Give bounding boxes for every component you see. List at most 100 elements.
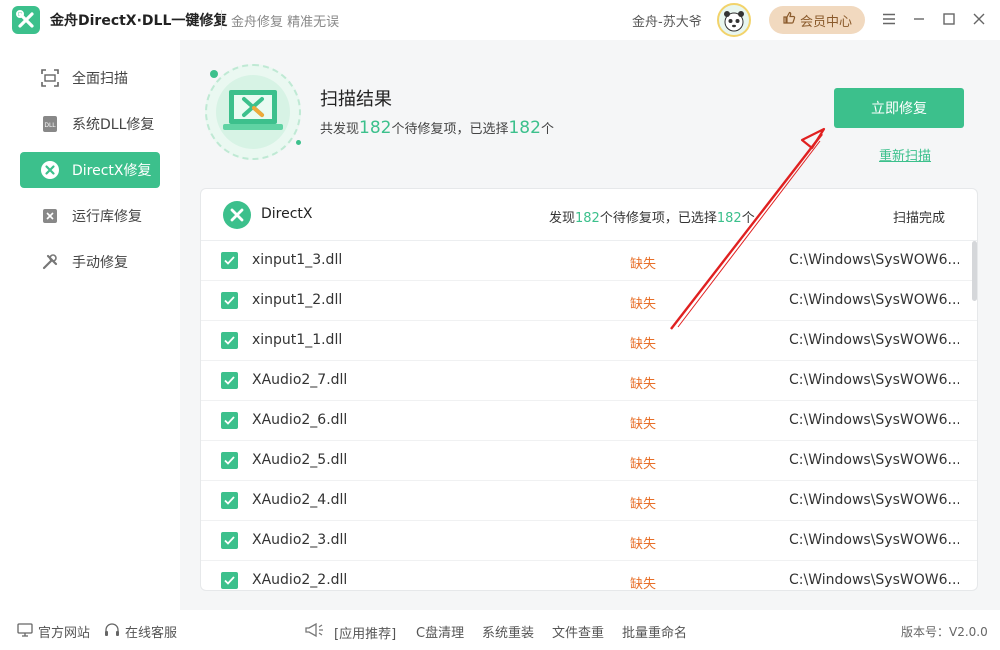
list-item: xinput1_3.dll 缺失 C:\Windows\SysWOW6... [201, 241, 977, 281]
directx-result-panel: DirectX 发现182个待修复项，已选择182个 扫描完成 xinput1_… [200, 188, 978, 591]
row-checkbox[interactable] [221, 292, 238, 309]
title-divider [221, 10, 222, 30]
file-status: 缺失 [630, 257, 657, 272]
row-checkbox[interactable] [221, 332, 238, 349]
footer-link-duplicate[interactable]: 文件查重 [552, 622, 604, 641]
footer: 官方网站 在线客服 [应用推荐] C盘清理 系统重装 文件查重 批量重命名 版本… [0, 610, 1000, 650]
repair-now-button[interactable]: 立即修复 [834, 88, 964, 128]
user-name[interactable]: 金舟-苏大爷 [632, 11, 702, 30]
file-name: xinput1_2.dll [252, 292, 343, 308]
file-name: XAudio2_6.dll [252, 412, 348, 428]
sidebar-item-manual[interactable]: 手动修复 [20, 244, 160, 280]
file-name: XAudio2_5.dll [252, 452, 348, 468]
list-item: XAudio2_2.dll 缺失 C:\Windows\SysWOW6... [201, 561, 977, 590]
tools-icon [40, 252, 60, 272]
runtime-icon [40, 206, 60, 226]
main-content: 扫描结果 共发现182个待修复项，已选择182个 立即修复 重新扫描 Direc… [180, 40, 1000, 610]
footer-link-rename[interactable]: 批量重命名 [622, 622, 687, 641]
footer-link-c-clean[interactable]: C盘清理 [416, 622, 464, 641]
group-name: DirectX [261, 206, 313, 222]
file-status: 缺失 [630, 297, 657, 312]
row-checkbox[interactable] [221, 412, 238, 429]
sidebar-item-label: 全面扫描 [72, 71, 128, 87]
menu-icon[interactable] [878, 8, 900, 30]
dll-icon: DLL [40, 114, 60, 134]
version-label: 版本号：V2.0.0 [901, 625, 988, 639]
group-found-count: 182 [575, 211, 600, 226]
app-recommend[interactable]: [应用推荐] [304, 622, 396, 642]
minimize-icon[interactable] [908, 8, 930, 30]
directx-icon [40, 160, 60, 180]
summary-suffix: 个 [540, 122, 554, 137]
file-name: XAudio2_7.dll [252, 372, 348, 388]
file-status: 缺失 [630, 457, 657, 472]
file-path: C:\Windows\SysWOW6... [789, 492, 959, 508]
sidebar-item-label: 运行库修复 [72, 209, 142, 225]
list-item: XAudio2_7.dll 缺失 C:\Windows\SysWOW6... [201, 361, 977, 401]
close-icon[interactable] [968, 8, 990, 30]
scan-status: 扫描完成 [893, 211, 946, 226]
selected-count: 182 [508, 118, 541, 138]
scan-result-summary: 共发现182个待修复项，已选择182个 [320, 118, 554, 138]
group-summary-middle: 个待修复项，已选择 [599, 211, 717, 226]
file-status: 缺失 [630, 417, 657, 432]
row-checkbox[interactable] [221, 372, 238, 389]
found-count: 182 [359, 118, 392, 138]
online-service-label: 在线客服 [125, 626, 178, 641]
row-checkbox[interactable] [221, 532, 238, 549]
footer-link-reinstall[interactable]: 系统重装 [482, 622, 534, 641]
thumbs-up-icon [782, 11, 796, 29]
scrollbar[interactable] [972, 241, 977, 301]
file-path: C:\Windows\SysWOW6... [789, 332, 959, 348]
app-title: 金舟DirectX·DLL一键修复 [50, 13, 228, 29]
directx-icon [223, 201, 251, 229]
vip-center-label: 会员中心 [799, 14, 852, 30]
file-path: C:\Windows\SysWOW6... [789, 412, 959, 428]
row-checkbox[interactable] [221, 492, 238, 509]
row-checkbox[interactable] [221, 252, 238, 269]
avatar[interactable] [717, 3, 751, 37]
list-item: XAudio2_4.dll 缺失 C:\Windows\SysWOW6... [201, 481, 977, 521]
vip-center-button[interactable]: 会员中心 [769, 6, 865, 34]
maximize-icon[interactable] [938, 8, 960, 30]
row-checkbox[interactable] [221, 452, 238, 469]
file-name: xinput1_3.dll [252, 252, 343, 268]
sidebar-item-full-scan[interactable]: 全面扫描 [20, 60, 160, 96]
sidebar-item-directx[interactable]: DirectX修复 [20, 152, 160, 188]
official-website-link[interactable]: 官方网站 [17, 622, 90, 641]
file-status: 缺失 [630, 497, 657, 512]
group-summary: 发现182个待修复项，已选择182个 [549, 207, 755, 226]
list-item: XAudio2_5.dll 缺失 C:\Windows\SysWOW6... [201, 441, 977, 481]
file-name: XAudio2_4.dll [252, 492, 348, 508]
online-service-link[interactable]: 在线客服 [104, 622, 177, 641]
app-logo-icon [12, 6, 40, 34]
file-status: 缺失 [630, 377, 657, 392]
file-name: XAudio2_2.dll [252, 572, 348, 588]
sidebar-item-label: DirectX修复 [72, 163, 152, 179]
summary-prefix: 共发现 [320, 122, 360, 137]
rescan-link[interactable]: 重新扫描 [879, 145, 931, 164]
app-recommend-label: [应用推荐] [334, 626, 397, 642]
panel-header: DirectX 发现182个待修复项，已选择182个 扫描完成 [201, 189, 977, 241]
megaphone-icon [304, 622, 324, 642]
file-path: C:\Windows\SysWOW6... [789, 252, 959, 268]
file-path: C:\Windows\SysWOW6... [789, 452, 959, 468]
scan-result-badge [205, 64, 301, 160]
sidebar-item-system-dll[interactable]: DLL 系统DLL修复 [20, 106, 160, 142]
list-item: xinput1_1.dll 缺失 C:\Windows\SysWOW6... [201, 321, 977, 361]
row-checkbox[interactable] [221, 572, 238, 589]
dll-list: xinput1_3.dll 缺失 C:\Windows\SysWOW6... x… [201, 241, 977, 590]
sidebar-item-runtime[interactable]: 运行库修复 [20, 198, 160, 234]
file-status: 缺失 [630, 537, 657, 552]
sidebar-item-label: 系统DLL修复 [72, 117, 155, 133]
summary-middle: 个待修复项，已选择 [391, 122, 509, 137]
file-path: C:\Windows\SysWOW6... [789, 292, 959, 308]
app-slogan: 金舟修复 精准无误 [231, 15, 340, 30]
file-path: C:\Windows\SysWOW6... [789, 572, 959, 588]
official-website-label: 官方网站 [38, 626, 91, 641]
decor-dot [210, 70, 218, 78]
list-item: XAudio2_3.dll 缺失 C:\Windows\SysWOW6... [201, 521, 977, 561]
list-item: xinput1_2.dll 缺失 C:\Windows\SysWOW6... [201, 281, 977, 321]
title-bar: 金舟DirectX·DLL一键修复 金舟修复 精准无误 金舟-苏大爷 会员中心 [0, 0, 1000, 40]
group-selected-count: 182 [716, 211, 742, 226]
